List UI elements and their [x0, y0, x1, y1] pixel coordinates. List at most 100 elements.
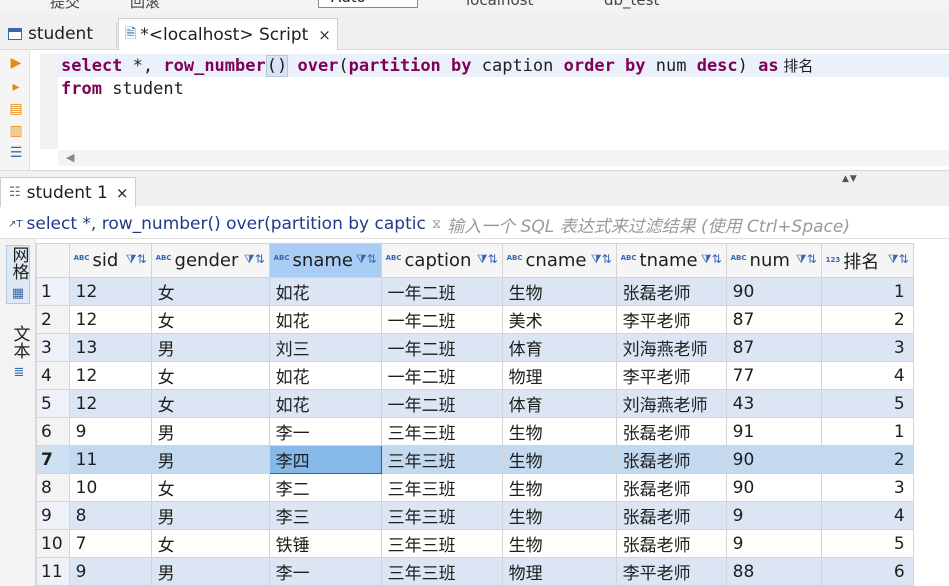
sort-filter-icon[interactable]: ⧩⇅ — [591, 252, 612, 267]
grid-cell[interactable]: 如花 — [268, 361, 382, 390]
grid-cell[interactable]: 生物 — [501, 445, 617, 474]
code-text[interactable]: select *, row_number() over(partition by… — [61, 55, 813, 101]
grid-cell[interactable]: 一年二班 — [380, 361, 503, 390]
grid-cell[interactable]: 三年三班 — [380, 445, 503, 474]
table-row[interactable]: 1 12 女如花 一年二班 生物 张磊老师 90 1 — [36, 277, 914, 306]
grid-cell[interactable]: 9 — [68, 557, 152, 586]
grid-cell[interactable]: 女 — [150, 389, 270, 418]
grid-cell[interactable]: 90 — [725, 277, 822, 306]
grid-cell[interactable]: 体育 — [501, 389, 617, 418]
sort-filter-icon[interactable]: ⧩⇅ — [356, 252, 377, 267]
grid-cell[interactable]: 张磊老师 — [615, 529, 727, 558]
grid-cell[interactable]: 11 — [68, 445, 152, 474]
grid-cell[interactable]: 李二 — [268, 473, 382, 502]
table-row[interactable]: 6 9 男李一 三年三班 生物 张磊老师 91 1 — [36, 417, 914, 446]
grid-cell[interactable]: 7 — [68, 529, 152, 558]
grid-cell[interactable]: 刘海燕老师 — [615, 389, 727, 418]
grid-cell[interactable]: 2 — [820, 305, 914, 334]
table-row[interactable]: 10 7 女铁锤 三年三班 生物 张磊老师 9 5 — [36, 529, 914, 558]
grid-cell[interactable]: 美术 — [501, 305, 617, 334]
table-row[interactable]: 7 11 男李四 三年三班 生物 张磊老师 90 2 — [36, 445, 914, 474]
column-header-6[interactable]: ABC tname ⧩⇅ — [615, 243, 727, 278]
grid-cell[interactable]: 体育 — [501, 333, 617, 362]
column-header-7[interactable]: ABC num ⧩⇅ — [725, 243, 822, 278]
sort-filter-icon[interactable]: ⧩⇅ — [701, 252, 722, 267]
column-header-1[interactable]: ABC sid ⧩⇅ — [68, 243, 152, 278]
tab-grid-view[interactable]: 网格 ▦ — [6, 245, 30, 304]
row-number[interactable]: 1 — [36, 277, 70, 306]
grid-cell[interactable]: 刘三 — [268, 333, 382, 362]
grid-cell[interactable]: 三年三班 — [380, 417, 503, 446]
grid-cell[interactable]: 三年三班 — [380, 501, 503, 530]
table-row[interactable]: 8 10 女李二 三年三班 生物 张磊老师 90 3 — [36, 473, 914, 502]
sort-filter-icon[interactable]: ⧩⇅ — [244, 252, 265, 267]
grid-cell[interactable]: 2 — [820, 445, 914, 474]
grid-cell[interactable]: 李一 — [268, 417, 382, 446]
grid-cell[interactable]: 男 — [150, 501, 270, 530]
grid-cell[interactable]: 一年二班 — [380, 277, 503, 306]
tab-script[interactable]: 🗎 *<localhost> Script × — [118, 18, 338, 50]
transaction-mode-dropdown[interactable]: Auto — [318, 0, 418, 8]
grid-cell[interactable]: 5 — [820, 529, 914, 558]
column-header-5[interactable]: ABC cname ⧩⇅ — [501, 243, 617, 278]
grid-cell[interactable]: 9 — [725, 529, 822, 558]
sort-filter-icon[interactable]: ⧩⇅ — [126, 252, 147, 267]
filter-input[interactable]: ⧖ 输入一个 SQL 表达式来过滤结果 (使用 Ctrl+Space) — [432, 212, 850, 237]
grid-cell[interactable]: 物理 — [501, 361, 617, 390]
grid-cell[interactable]: 李平老师 — [615, 305, 727, 334]
database-label[interactable]: db_test — [604, 0, 659, 9]
grid-cell[interactable]: 女 — [150, 277, 270, 306]
grid-cell[interactable]: 男 — [150, 445, 270, 474]
grid-cell[interactable]: 生物 — [501, 529, 617, 558]
row-number[interactable]: 11 — [36, 557, 70, 586]
grid-cell[interactable]: 张磊老师 — [615, 277, 727, 306]
close-icon[interactable]: × — [116, 184, 129, 202]
grid-cell[interactable]: 90 — [725, 473, 822, 502]
execute-script-icon[interactable]: ▤ — [8, 100, 24, 118]
grid-cell[interactable]: 男 — [150, 333, 270, 362]
filter-query-text[interactable]: ↗T select *, row_number() over(partition… — [8, 212, 428, 236]
grid-cell[interactable]: 男 — [150, 417, 270, 446]
grid-cell[interactable]: 87 — [725, 305, 822, 334]
rollback-label[interactable]: 回滚 — [130, 0, 160, 12]
grid-cell[interactable]: 9 — [68, 417, 152, 446]
grid-cell[interactable]: 1 — [820, 277, 914, 306]
table-row[interactable]: 11 9 男李一 三年三班 物理 李平老师 88 6 — [36, 557, 914, 586]
scroll-left-icon[interactable]: ◀ — [66, 151, 74, 164]
grid-cell[interactable]: 4 — [820, 361, 914, 390]
tab-results-student-1[interactable]: ☷ student 1 × — [0, 177, 136, 207]
grid-cell[interactable]: 4 — [820, 501, 914, 530]
grid-cell[interactable]: 女 — [150, 473, 270, 502]
commit-label[interactable]: 提交 — [50, 0, 80, 12]
grid-cell[interactable]: 77 — [725, 361, 822, 390]
grid-cell[interactable]: 43 — [725, 389, 822, 418]
sort-filter-icon[interactable]: ⧩⇅ — [796, 252, 817, 267]
grid-cell[interactable]: 13 — [68, 333, 152, 362]
grid-cell[interactable]: 如花 — [268, 305, 382, 334]
sort-filter-icon[interactable]: ⧩⇅ — [477, 252, 498, 267]
sort-filter-icon[interactable]: ⧩⇅ — [888, 252, 909, 267]
grid-cell[interactable]: 李三 — [268, 501, 382, 530]
editor-horizontal-scrollbar[interactable]: ◀ — [58, 150, 949, 166]
grid-cell[interactable]: 铁锤 — [268, 529, 382, 558]
tab-student[interactable]: student — [0, 18, 116, 50]
row-number[interactable]: 5 — [36, 389, 70, 418]
row-number[interactable]: 4 — [36, 361, 70, 390]
explain-plan-icon[interactable]: ☰ — [8, 144, 24, 162]
grid-cell[interactable]: 一年二班 — [380, 305, 503, 334]
grid-cell[interactable]: 三年三班 — [380, 557, 503, 586]
grid-cell[interactable]: 3 — [820, 333, 914, 362]
tab-text-view[interactable]: 文本 ≣ — [8, 325, 30, 382]
grid-cell[interactable]: 生物 — [501, 501, 617, 530]
connection-label[interactable]: localhost — [466, 0, 533, 9]
grid-cell[interactable]: 三年三班 — [380, 529, 503, 558]
grid-cell[interactable]: 三年三班 — [380, 473, 503, 502]
table-row[interactable]: 9 8 男李三 三年三班 生物 张磊老师 9 4 — [36, 501, 914, 530]
grid-cell[interactable]: 生物 — [501, 417, 617, 446]
row-number[interactable]: 9 — [36, 501, 70, 530]
grid-cell[interactable]: 9 — [725, 501, 822, 530]
grid-cell[interactable]: 李一 — [268, 557, 382, 586]
grid-cell[interactable]: 张磊老师 — [615, 473, 727, 502]
execute-statement-icon[interactable]: ▶ — [8, 54, 24, 72]
table-row[interactable]: 3 13 男刘三 一年二班 体育 刘海燕老师 87 3 — [36, 333, 914, 362]
